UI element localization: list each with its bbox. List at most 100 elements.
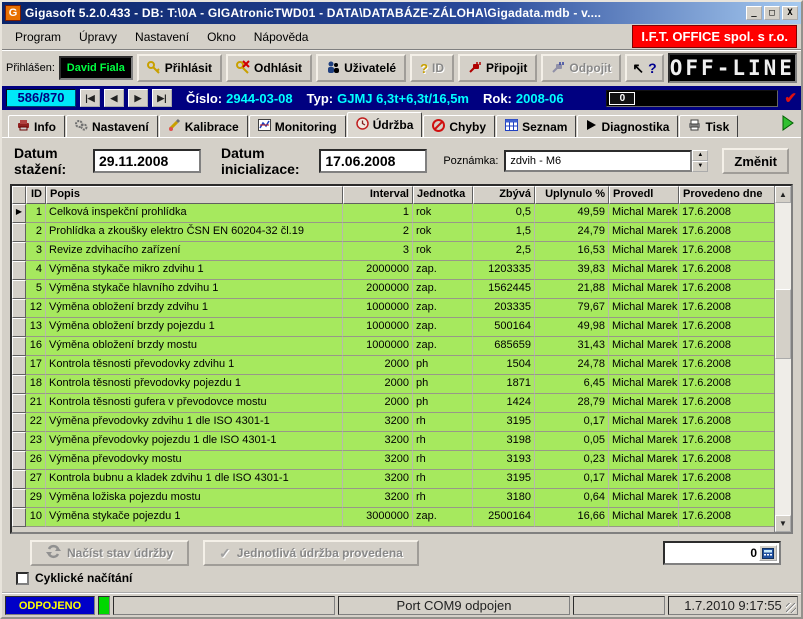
menu-okno[interactable]: Okno	[198, 26, 245, 48]
cell-provedl: Michal Marek	[609, 489, 679, 508]
check-icon[interactable]: ✔	[784, 89, 797, 107]
row-selector[interactable]	[12, 280, 26, 299]
login-button[interactable]: Přihlásit	[137, 54, 222, 82]
table-row[interactable]: ▶1Celková inspekční prohlídka1rok0,549,5…	[12, 204, 774, 223]
spinner-down-icon[interactable]: ▼	[692, 161, 708, 172]
next-record-button[interactable]: ▶	[128, 89, 148, 107]
row-selector[interactable]	[12, 318, 26, 337]
row-selector[interactable]	[12, 261, 26, 280]
scroll-track[interactable]	[775, 203, 791, 515]
tab-seznam-label: Seznam	[522, 120, 567, 134]
note-spinner[interactable]: ▲ ▼	[692, 150, 708, 172]
cell-jednotka: rh	[413, 413, 473, 432]
connect-button[interactable]: Připojit	[458, 54, 537, 82]
vertical-scrollbar[interactable]: ▲ ▼	[774, 186, 791, 532]
row-selector[interactable]	[12, 470, 26, 489]
table-row[interactable]: 12Výměna obložení brzdy zdvihu 11000000z…	[12, 299, 774, 318]
header-popis[interactable]: Popis	[46, 186, 343, 204]
tab-kalibrace[interactable]: Kalibrace	[159, 115, 248, 137]
maximize-button[interactable]: □	[764, 6, 780, 20]
change-button[interactable]: Změnit	[722, 148, 789, 174]
cell-provedl: Michal Marek	[609, 394, 679, 413]
table-row[interactable]: 27Kontrola bubnu a kladek zdvihu 1 dle I…	[12, 470, 774, 489]
number-value: 2944-03-08	[226, 91, 293, 106]
tab-info[interactable]: Info	[8, 115, 65, 137]
counter-field[interactable]: 0	[663, 541, 781, 565]
first-record-button[interactable]: |◀	[80, 89, 100, 107]
row-selector[interactable]	[12, 451, 26, 470]
cell-zbyva: 2500164	[473, 508, 535, 527]
logout-button[interactable]: Odhlásit	[226, 54, 312, 82]
header-jednotka[interactable]: Jednotka	[413, 186, 473, 204]
single-maintenance-button[interactable]: ✓ Jednotlivá údržba provedena	[203, 540, 419, 566]
row-selector[interactable]	[12, 337, 26, 356]
tab-monitoring[interactable]: Monitoring	[249, 115, 346, 137]
table-row[interactable]: 2Prohlídka a zkoušky elektro ČSN EN 6020…	[12, 223, 774, 242]
cyclic-checkbox[interactable]	[16, 572, 29, 585]
header-uplynulo[interactable]: Uplynulo %	[535, 186, 609, 204]
note-input[interactable]	[504, 150, 692, 172]
minimize-button[interactable]: _	[746, 6, 762, 20]
menu-program[interactable]: Program	[6, 26, 70, 48]
close-button[interactable]: X	[782, 6, 798, 20]
spinner-up-icon[interactable]: ▲	[692, 150, 708, 161]
status-panel-empty-1	[113, 596, 335, 615]
gears-icon	[75, 119, 88, 134]
table-row[interactable]: 18Kontrola těsnosti převodovky pojezdu 1…	[12, 375, 774, 394]
header-provedl[interactable]: Provedl	[609, 186, 679, 204]
row-selector[interactable]: ▶	[12, 204, 26, 223]
help-button[interactable]: ↖?	[625, 54, 663, 82]
id-button[interactable]: ? ID	[410, 54, 454, 82]
table-row[interactable]: 26Výměna převodovky mostu3200rh31930,23M…	[12, 451, 774, 470]
tab-diagnostika[interactable]: Diagnostika	[577, 115, 678, 137]
tab-tisk[interactable]: Tisk	[679, 115, 738, 137]
table-row[interactable]: 3Revize zdvihacího zařízení3rok2,516,53M…	[12, 242, 774, 261]
prev-record-button[interactable]: ◀	[104, 89, 124, 107]
table-row[interactable]: 21Kontrola těsnosti gufera v převodovce …	[12, 394, 774, 413]
row-selector[interactable]	[12, 489, 26, 508]
row-selector[interactable]	[12, 299, 26, 318]
header-id[interactable]: ID	[26, 186, 46, 204]
go-arrow-icon[interactable]	[781, 115, 795, 134]
disconnect-button[interactable]: Odpojit	[541, 54, 621, 82]
row-selector[interactable]	[12, 223, 26, 242]
last-record-button[interactable]: ▶|	[152, 89, 172, 107]
table-row[interactable]: 4Výměna stykače mikro zdvihu 12000000zap…	[12, 261, 774, 280]
row-selector[interactable]	[12, 432, 26, 451]
table-row[interactable]: 23Výměna převodovky pojezdu 1 dle ISO 43…	[12, 432, 774, 451]
scroll-thumb[interactable]	[775, 289, 791, 359]
table-row[interactable]: 22Výměna převodovky zdvihu 1 dle ISO 430…	[12, 413, 774, 432]
row-selector[interactable]	[12, 242, 26, 261]
tab-nastaveni[interactable]: Nastavení	[66, 115, 158, 137]
scroll-down-icon[interactable]: ▼	[775, 515, 791, 532]
calculator-icon[interactable]	[759, 545, 777, 561]
download-date-input[interactable]	[93, 149, 201, 173]
row-selector[interactable]	[12, 394, 26, 413]
row-selector[interactable]	[12, 375, 26, 394]
menu-upravy[interactable]: Úpravy	[70, 26, 126, 48]
init-date-input[interactable]	[319, 149, 427, 173]
menu-napoveda[interactable]: Nápověda	[245, 26, 318, 48]
table-row[interactable]: 5Výměna stykače hlavního zdvihu 12000000…	[12, 280, 774, 299]
resize-grip[interactable]	[786, 603, 796, 613]
header-interval[interactable]: Interval	[343, 186, 413, 204]
cell-popis: Revize zdvihacího zařízení	[46, 242, 343, 261]
row-selector[interactable]	[12, 356, 26, 375]
header-zbyva[interactable]: Zbývá	[473, 186, 535, 204]
table-row[interactable]: 13Výměna obložení brzdy pojezdu 11000000…	[12, 318, 774, 337]
tab-seznam[interactable]: Seznam	[496, 115, 576, 137]
tab-chyby[interactable]: Chyby	[423, 115, 495, 137]
menu-nastaveni[interactable]: Nastavení	[126, 26, 198, 48]
table-row[interactable]: 29Výměna ložiska pojezdu mostu3200rh3180…	[12, 489, 774, 508]
row-selector[interactable]	[12, 413, 26, 432]
table-row[interactable]: 17Kontrola těsnosti převodovky zdvihu 12…	[12, 356, 774, 375]
row-selector[interactable]	[12, 508, 26, 527]
table-row[interactable]: 10Výměna stykače pojezdu 13000000zap.250…	[12, 508, 774, 527]
cell-jednotka: rh	[413, 489, 473, 508]
table-row[interactable]: 16Výměna obložení brzdy mostu1000000zap.…	[12, 337, 774, 356]
scroll-up-icon[interactable]: ▲	[775, 186, 791, 203]
tab-udrzba[interactable]: Údržba	[347, 112, 423, 137]
load-maintenance-button[interactable]: Načíst stav údržby	[30, 540, 189, 566]
header-provedeno[interactable]: Provedeno dne	[679, 186, 774, 204]
users-button[interactable]: Uživatelé	[316, 54, 406, 82]
